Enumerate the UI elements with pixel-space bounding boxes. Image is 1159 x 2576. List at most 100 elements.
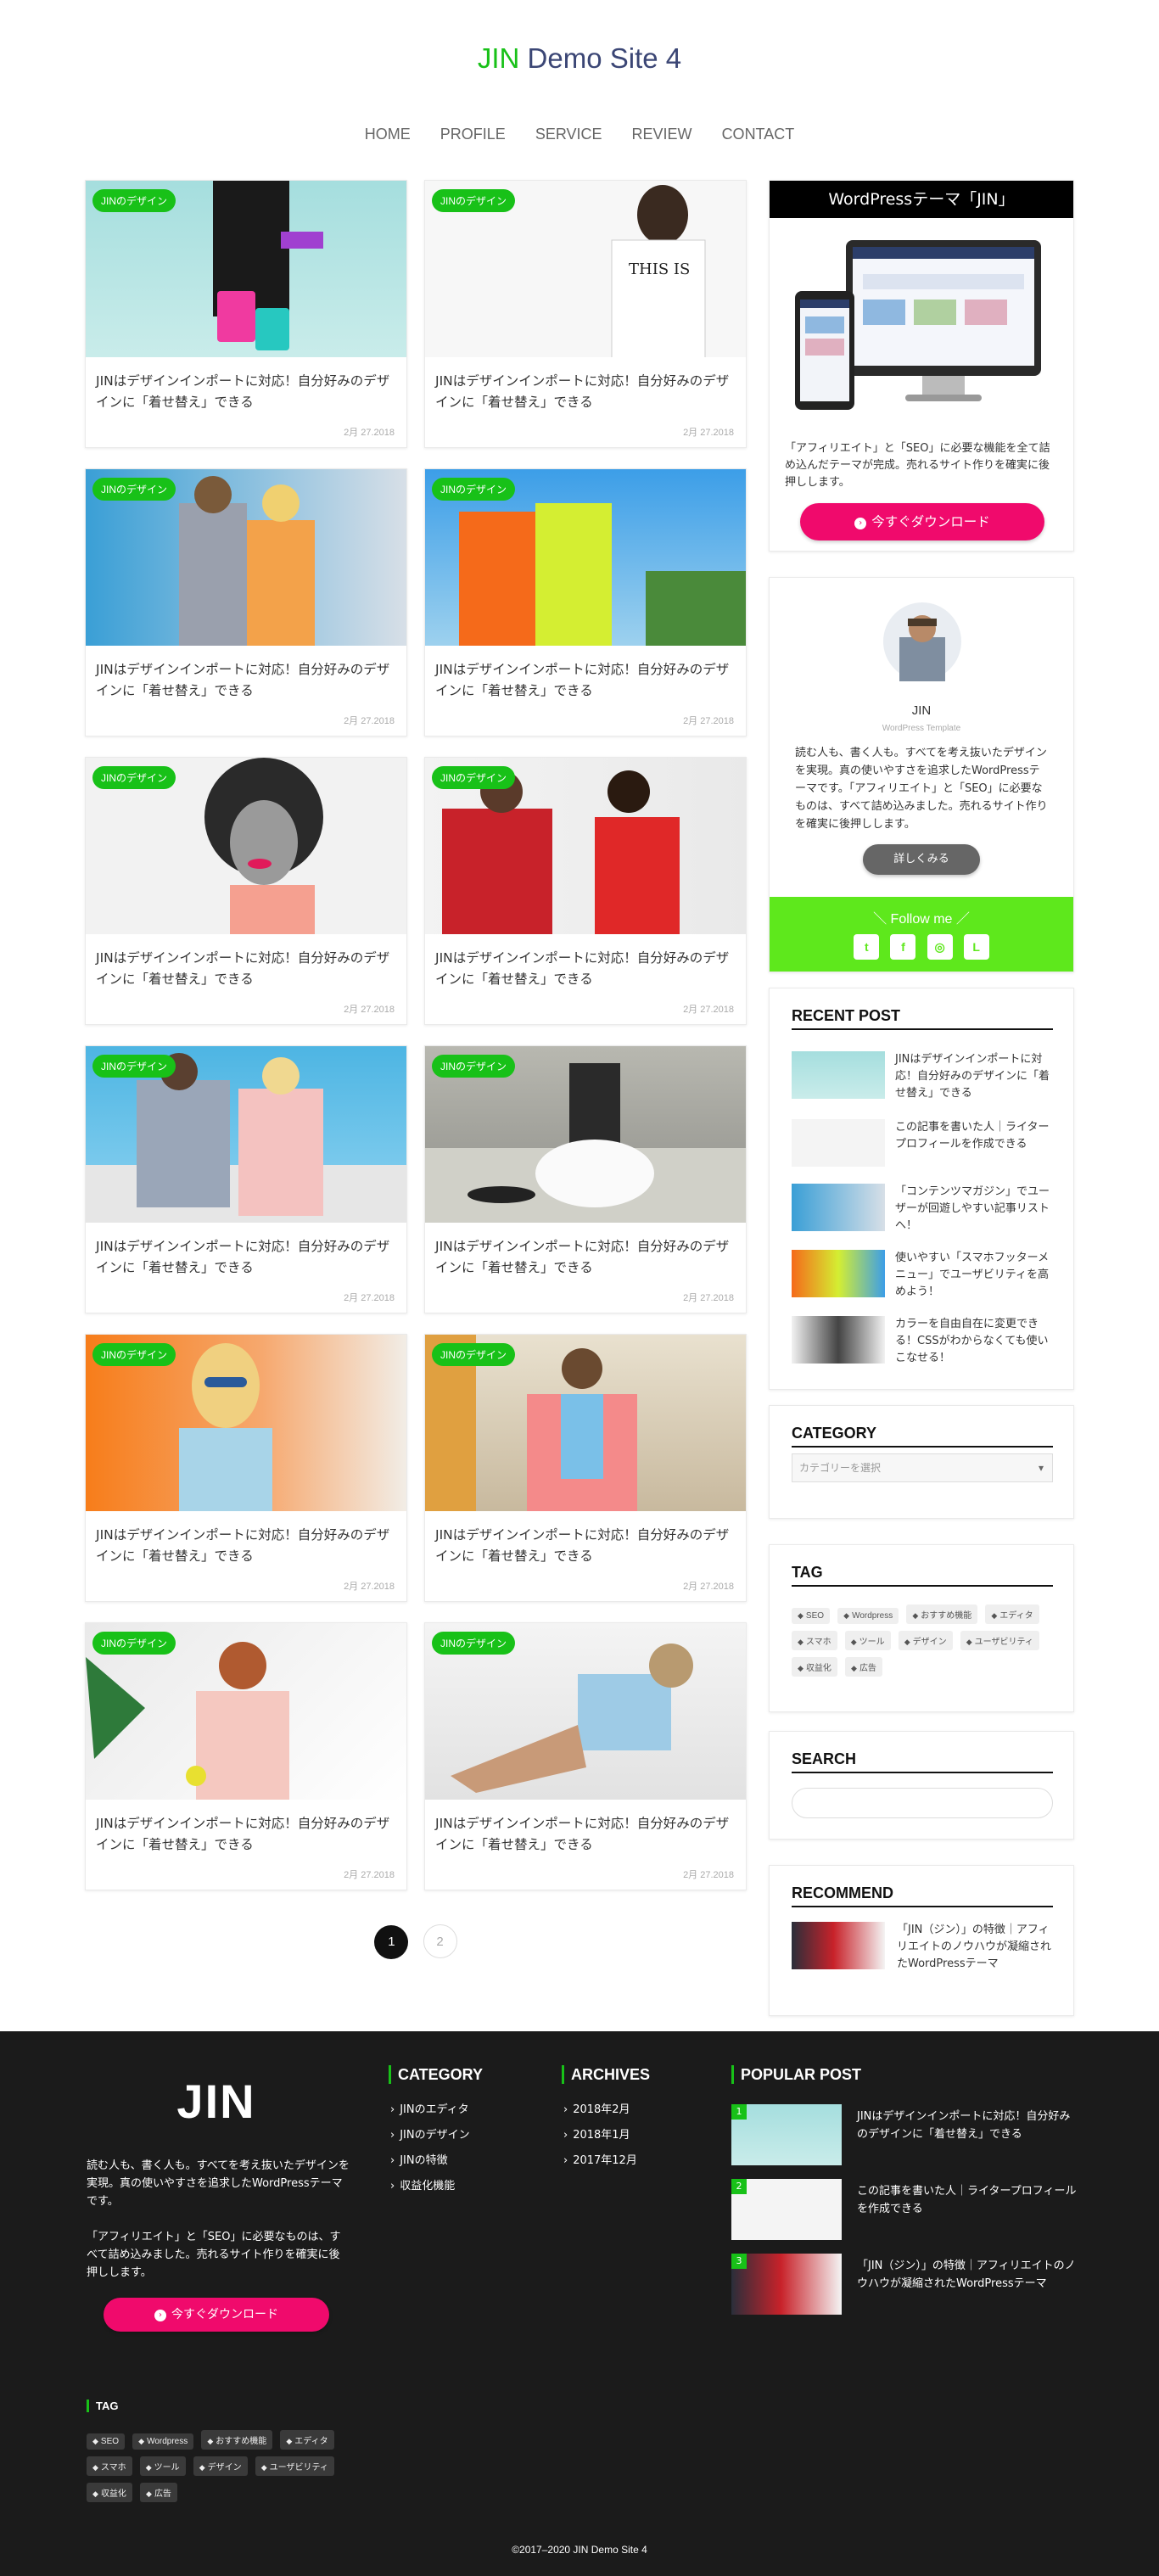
facebook-icon[interactable]: f (890, 934, 916, 960)
recommend-thumb[interactable] (792, 1922, 885, 1969)
popular-post-title[interactable]: 「JIN（ジン）」の特徴｜アフィリエイトのノウハウが凝縮されたWordPress… (857, 2257, 1079, 2293)
nav-review[interactable]: REVIEW (632, 126, 692, 143)
instagram-icon[interactable]: ◎ (927, 934, 953, 960)
post-title[interactable]: JINはデザインインポートに対応！自分好みのデザインに「着せ替え」できる (96, 371, 398, 413)
popular-post-item[interactable]: 1 JINはデザインインポートに対応！自分好みのデザインに「着せ替え」できる (731, 2104, 1079, 2172)
post-thumbnail[interactable]: JINのデザイン (86, 1046, 406, 1223)
post-thumbnail[interactable]: JINのデザイン (86, 1335, 406, 1511)
nav-profile[interactable]: PROFILE (440, 126, 506, 143)
post-title[interactable]: JINはデザインインポートに対応！自分好みのデザインに「着せ替え」できる (96, 1813, 398, 1856)
footer-archive-item[interactable]: › 2018年2月 (563, 2097, 637, 2123)
category-badge[interactable]: JINのデザイン (432, 1343, 516, 1366)
recent-post-item[interactable]: JINはデザインインポートに対応！自分好みのデザインに「着せ替え」できる (792, 1051, 1055, 1102)
post-card[interactable]: JINのデザイン JINはデザインインポートに対応！自分好みのデザインに「着せ替… (424, 1622, 747, 1890)
tag-item[interactable]: ◆ ユーザビリティ (255, 2456, 334, 2476)
popular-post-thumb[interactable] (731, 2104, 842, 2165)
tag-item[interactable]: ◆ ユーザビリティ (960, 1631, 1039, 1650)
category-select[interactable]: カテゴリーを選択 ▾ (792, 1453, 1053, 1482)
footer-logo[interactable]: JIN (85, 2074, 348, 2129)
recent-post-item[interactable]: カラーを自由自在に変更できる！CSSがわからなくても使いこなせる！ (792, 1316, 1055, 1367)
tag-item[interactable]: ◆ デザイン (898, 1631, 953, 1650)
tag-item[interactable]: ◆ 収益化 (792, 1657, 837, 1677)
popular-post-item[interactable]: 3 「JIN（ジン）」の特徴｜アフィリエイトのノウハウが凝縮されたWordPre… (731, 2254, 1079, 2321)
post-card[interactable]: JINのデザイン JINはデザインインポートに対応！自分好みのデザインに「着せ替… (424, 1045, 747, 1313)
tag-item[interactable]: ◆ おすすめ機能 (201, 2430, 273, 2450)
recent-post-title[interactable]: JINはデザインインポートに対応！自分好みのデザインに「着せ替え」できる (895, 1051, 1053, 1102)
page-1-button[interactable]: 1 (374, 1925, 409, 1959)
post-card[interactable]: JINのデザイン JINはデザインインポートに対応！自分好みのデザインに「着せ替… (85, 1334, 407, 1602)
tag-item[interactable]: ◆ Wordpress (837, 1608, 899, 1624)
category-badge[interactable]: JINのデザイン (432, 1632, 516, 1655)
profile-more-button[interactable]: 詳しくみる (863, 844, 980, 875)
category-badge[interactable]: JINのデザイン (92, 1632, 176, 1655)
category-badge[interactable]: JINのデザイン (432, 478, 516, 501)
tag-item[interactable]: ◆ SEO (792, 1608, 831, 1624)
post-card[interactable]: JINのデザイン JINはデザインインポートに対応！自分好みのデザインに「着せ替… (424, 1334, 747, 1602)
tag-item[interactable]: ◆ エディタ (280, 2430, 334, 2450)
tag-item[interactable]: ◆ SEO (87, 2433, 126, 2450)
footer-category-item[interactable]: › JINの特徴 (390, 2148, 470, 2174)
site-title[interactable]: JIN Demo Site 4 (0, 42, 1159, 75)
recent-post-item[interactable]: この記事を書いた人｜ライタープロフィールを作成できる (792, 1119, 1055, 1170)
tag-item[interactable]: ◆ エディタ (985, 1604, 1039, 1624)
post-title[interactable]: JINはデザインインポートに対応！自分好みのデザインに「着せ替え」できる (435, 371, 737, 413)
recent-post-title[interactable]: 使いやすい「スマホフッターメニュー」でユーザビリティを高めよう！ (895, 1250, 1053, 1301)
recent-post-title[interactable]: カラーを自由自在に変更できる！CSSがわからなくても使いこなせる！ (895, 1316, 1053, 1367)
popular-post-title[interactable]: この記事を書いた人｜ライタープロフィールを作成できる (857, 2182, 1079, 2218)
recent-post-thumb[interactable] (792, 1316, 885, 1364)
recent-post-thumb[interactable] (792, 1250, 885, 1297)
post-thumbnail[interactable]: THIS IS JINのデザイン (425, 181, 746, 357)
post-title[interactable]: JINはデザインインポートに対応！自分好みのデザインに「着せ替え」できる (435, 1525, 737, 1567)
popular-post-thumb[interactable] (731, 2179, 842, 2240)
tag-item[interactable]: ◆ Wordpress (132, 2433, 194, 2450)
category-badge[interactable]: JINのデザイン (432, 189, 516, 212)
category-badge[interactable]: JINのデザイン (92, 1343, 176, 1366)
post-thumbnail[interactable]: JINのデザイン (86, 181, 406, 357)
post-thumbnail[interactable]: JINのデザイン (86, 758, 406, 934)
tag-item[interactable]: ◆ デザイン (193, 2456, 248, 2476)
footer-download-button[interactable]: › 今すぐダウンロード (104, 2298, 329, 2332)
nav-service[interactable]: SERVICE (535, 126, 602, 143)
tag-item[interactable]: ◆ 収益化 (87, 2483, 132, 2502)
post-card[interactable]: JINのデザイン JINはデザインインポートに対応！自分好みのデザインに「着せ替… (85, 180, 407, 448)
recommend-title[interactable]: 「JIN（ジン）」の特徴｜アフィリエイトのノウハウが凝縮されたWordPress… (897, 1922, 1055, 1973)
nav-contact[interactable]: CONTACT (722, 126, 795, 143)
recent-post-thumb[interactable] (792, 1051, 885, 1099)
post-thumbnail[interactable]: JINのデザイン (425, 1623, 746, 1800)
footer-category-item[interactable]: › 収益化機能 (390, 2174, 470, 2199)
post-title[interactable]: JINはデザインインポートに対応！自分好みのデザインに「着せ替え」できる (435, 1813, 737, 1856)
post-title[interactable]: JINはデザインインポートに対応！自分好みのデザインに「着せ替え」できる (96, 1525, 398, 1567)
post-title[interactable]: JINはデザインインポートに対応！自分好みのデザインに「着せ替え」できる (435, 1236, 737, 1279)
footer-category-item[interactable]: › JINのエディタ (390, 2097, 470, 2123)
tag-item[interactable]: ◆ ツール (139, 2456, 186, 2476)
recent-post-title[interactable]: 「コンテンツマガジン」でユーザーが回遊しやすい記事リストへ！ (895, 1184, 1053, 1235)
post-thumbnail[interactable]: JINのデザイン (425, 1335, 746, 1511)
category-badge[interactable]: JINのデザイン (432, 1055, 516, 1078)
post-title[interactable]: JINはデザインインポートに対応！自分好みのデザインに「着せ替え」できる (96, 1236, 398, 1279)
post-card[interactable]: JINのデザイン JINはデザインインポートに対応！自分好みのデザインに「着せ替… (424, 757, 747, 1025)
category-badge[interactable]: JINのデザイン (92, 189, 176, 212)
recent-post-thumb[interactable] (792, 1119, 885, 1167)
post-title[interactable]: JINはデザインインポートに対応！自分好みのデザインに「着せ替え」できる (435, 948, 737, 990)
recommend-item[interactable]: 「JIN（ジン）」の特徴｜アフィリエイトのノウハウが凝縮されたWordPress… (792, 1922, 1055, 1976)
post-card[interactable]: JINのデザイン JINはデザインインポートに対応！自分好みのデザインに「着せ替… (85, 468, 407, 736)
post-card[interactable]: JINのデザイン JINはデザインインポートに対応！自分好みのデザインに「着せ替… (424, 468, 747, 736)
post-title[interactable]: JINはデザインインポートに対応！自分好みのデザインに「着せ替え」できる (435, 659, 737, 702)
tag-item[interactable]: ◆ 広告 (845, 1657, 882, 1677)
category-badge[interactable]: JINのデザイン (92, 478, 176, 501)
post-thumbnail[interactable]: JINのデザイン (425, 1046, 746, 1223)
post-thumbnail[interactable]: JINのデザイン (425, 469, 746, 646)
category-badge[interactable]: JINのデザイン (92, 1055, 176, 1078)
post-title[interactable]: JINはデザインインポートに対応！自分好みのデザインに「着せ替え」できる (96, 948, 398, 990)
post-thumbnail[interactable]: JINのデザイン (425, 758, 746, 934)
tag-item[interactable]: ◆ スマホ (792, 1631, 837, 1650)
tag-item[interactable]: ◆ おすすめ機能 (906, 1604, 978, 1624)
post-card[interactable]: JINのデザイン JINはデザインインポートに対応！自分好みのデザインに「着せ替… (85, 1622, 407, 1890)
post-card[interactable]: JINのデザイン JINはデザインインポートに対応！自分好みのデザインに「着せ替… (85, 1045, 407, 1313)
nav-home[interactable]: HOME (365, 126, 411, 143)
recent-post-thumb[interactable] (792, 1184, 885, 1231)
recent-post-title[interactable]: この記事を書いた人｜ライタープロフィールを作成できる (895, 1119, 1053, 1153)
footer-archive-item[interactable]: › 2017年12月 (563, 2148, 637, 2174)
twitter-icon[interactable]: t (854, 934, 880, 960)
popular-post-title[interactable]: JINはデザインインポートに対応！自分好みのデザインに「着せ替え」できる (857, 2108, 1079, 2143)
